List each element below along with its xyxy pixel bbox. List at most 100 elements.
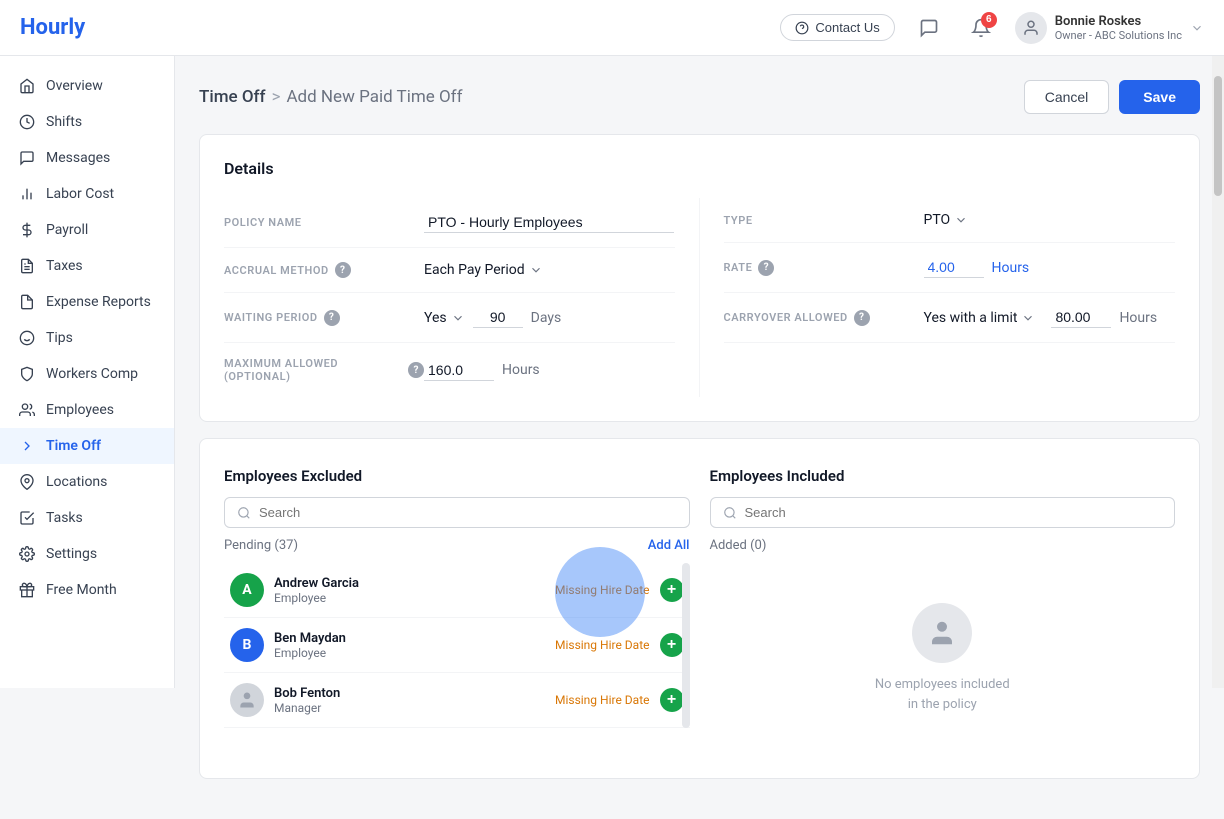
sidebar-label-settings: Settings	[46, 546, 97, 562]
empty-employees-state: No employees included in the policy	[710, 563, 1176, 754]
page-scrollbar[interactable]	[1212, 56, 1224, 688]
waiting-days-input[interactable]	[473, 307, 523, 328]
sidebar-label-labor-cost: Labor Cost	[46, 186, 114, 202]
people-icon	[18, 401, 36, 419]
max-help-icon[interactable]: ?	[408, 362, 424, 378]
included-search-icon	[723, 506, 737, 520]
carryover-row: CARRYOVER ALLOWED ? Yes with a limit Hou…	[724, 293, 1176, 343]
sidebar-label-workers-comp: Workers Comp	[46, 366, 138, 382]
rate-row: RATE ? Hours	[724, 243, 1176, 293]
contact-us-button[interactable]: Contact Us	[780, 14, 894, 41]
messages-icon-button[interactable]	[911, 10, 947, 46]
waiting-yes-select: Yes	[424, 310, 465, 326]
name-andrew-garcia: Andrew Garcia	[274, 576, 545, 591]
carryover-value: Yes with a limit Hours	[924, 307, 1176, 328]
carryover-help-icon[interactable]: ?	[854, 310, 870, 326]
empty-person-icon	[927, 618, 957, 648]
add-andrew-garcia-button[interactable]: +	[660, 578, 684, 602]
sidebar-item-shifts[interactable]: Shifts	[0, 104, 174, 140]
sidebar-label-time-off: Time Off	[46, 438, 101, 454]
info-andrew-garcia: Andrew Garcia Employee	[274, 576, 545, 605]
max-allowed-row: MAXIMUM ALLOWED (OPTIONAL) ? Hours	[224, 343, 675, 397]
sidebar-item-time-off[interactable]: Time Off	[0, 428, 174, 464]
sidebar-item-taxes[interactable]: Taxes	[0, 248, 174, 284]
sidebar-label-locations: Locations	[46, 474, 107, 490]
accrual-method-text: Each Pay Period	[424, 262, 525, 278]
policy-name-input[interactable]	[424, 212, 674, 233]
details-title: Details	[224, 159, 1175, 178]
location-icon	[18, 473, 36, 491]
sidebar-item-labor-cost[interactable]: Labor Cost	[0, 176, 174, 212]
sidebar-item-overview[interactable]: Overview	[0, 68, 174, 104]
accrual-help-icon[interactable]: ?	[335, 262, 351, 278]
cancel-button[interactable]: Cancel	[1024, 80, 1110, 114]
sidebar-item-free-month[interactable]: Free Month	[0, 572, 174, 608]
breadcrumb-parent[interactable]: Time Off	[199, 87, 266, 107]
add-ben-maydan-button[interactable]: +	[660, 633, 684, 657]
sidebar-label-payroll: Payroll	[46, 222, 88, 238]
save-button[interactable]: Save	[1119, 80, 1200, 114]
user-menu[interactable]: Bonnie Roskes Owner - ABC Solutions Inc	[1015, 12, 1204, 44]
file-icon	[18, 293, 36, 311]
info-bob-fenton: Bob Fenton Manager	[274, 686, 545, 715]
sidebar-item-workers-comp[interactable]: Workers Comp	[0, 356, 174, 392]
top-nav: Hourly Contact Us 6 Bon	[0, 0, 1224, 56]
sidebar-item-messages[interactable]: Messages	[0, 140, 174, 176]
included-search-input[interactable]	[745, 505, 1163, 520]
role-andrew-garcia: Employee	[274, 591, 545, 605]
max-allowed-unit: Hours	[502, 362, 540, 378]
user-name: Bonnie Roskes	[1055, 14, 1182, 29]
sidebar-item-tasks[interactable]: Tasks	[0, 500, 174, 536]
breadcrumb-separator: >	[272, 87, 281, 107]
dollar-icon	[18, 221, 36, 239]
sidebar-item-expense-reports[interactable]: Expense Reports	[0, 284, 174, 320]
added-row: Added (0)	[710, 538, 1176, 553]
right-empty-row	[724, 343, 1176, 371]
sidebar-label-shifts: Shifts	[46, 114, 82, 130]
status-andrew-garcia: Missing Hire Date	[555, 583, 650, 597]
sidebar-item-employees[interactable]: Employees	[0, 392, 174, 428]
included-search-box[interactable]	[710, 497, 1176, 528]
sidebar-item-settings[interactable]: Settings	[0, 536, 174, 572]
sidebar-item-payroll[interactable]: Payroll	[0, 212, 174, 248]
carryover-chevron-icon	[1021, 311, 1035, 325]
rate-input[interactable]	[924, 257, 984, 278]
excluded-search-input[interactable]	[259, 505, 677, 520]
user-details: Bonnie Roskes Owner - ABC Solutions Inc	[1055, 14, 1182, 42]
scrollbar[interactable]	[682, 563, 690, 728]
waiting-period-row: WAITING PERIOD ? Yes Days	[224, 293, 675, 343]
status-ben-maydan: Missing Hire Date	[555, 638, 650, 652]
notifications-icon-button[interactable]: 6	[963, 10, 999, 46]
type-row: TYPE PTO	[724, 198, 1176, 243]
carryover-hours-input[interactable]	[1051, 307, 1111, 328]
employee-item-bob-fenton: Bob Fenton Manager Missing Hire Date +	[224, 673, 690, 728]
add-all-link[interactable]: Add All	[648, 538, 690, 553]
avatar-andrew-garcia: A	[230, 573, 264, 607]
excluded-search-box[interactable]	[224, 497, 690, 528]
gear-icon	[18, 545, 36, 563]
waiting-help-icon[interactable]: ?	[324, 310, 340, 326]
policy-name-row: POLICY NAME	[224, 198, 675, 248]
sidebar-item-locations[interactable]: Locations	[0, 464, 174, 500]
role-bob-fenton: Manager	[274, 701, 545, 715]
max-allowed-input[interactable]	[424, 360, 494, 381]
notification-badge: 6	[981, 12, 997, 28]
employees-card: Employees Excluded Pending (37) Add All …	[199, 438, 1200, 779]
pending-row: Pending (37) Add All	[224, 538, 690, 553]
max-allowed-label: MAXIMUM ALLOWED (OPTIONAL) ?	[224, 357, 424, 383]
rate-help-icon[interactable]: ?	[758, 260, 774, 276]
add-bob-fenton-button[interactable]: +	[660, 688, 684, 712]
employees-excluded-panel: Employees Excluded Pending (37) Add All …	[224, 467, 690, 754]
policy-name-label: POLICY NAME	[224, 216, 424, 229]
page-header: Time Off > Add New Paid Time Off Cancel …	[199, 80, 1200, 114]
person-photo-icon	[237, 690, 257, 710]
type-label: TYPE	[724, 214, 924, 227]
rate-value: Hours	[924, 257, 1176, 278]
user-role: Owner - ABC Solutions Inc	[1055, 29, 1182, 42]
sidebar-item-tips[interactable]: Tips	[0, 320, 174, 356]
scrollbar-thumb	[1214, 76, 1222, 196]
sidebar-label-tips: Tips	[46, 330, 73, 346]
employees-included-panel: Employees Included Added (0)	[710, 467, 1176, 754]
form-grid: POLICY NAME ACCRUAL METHOD ? Each Pay Pe…	[224, 198, 1175, 397]
type-value: PTO	[924, 212, 1176, 228]
